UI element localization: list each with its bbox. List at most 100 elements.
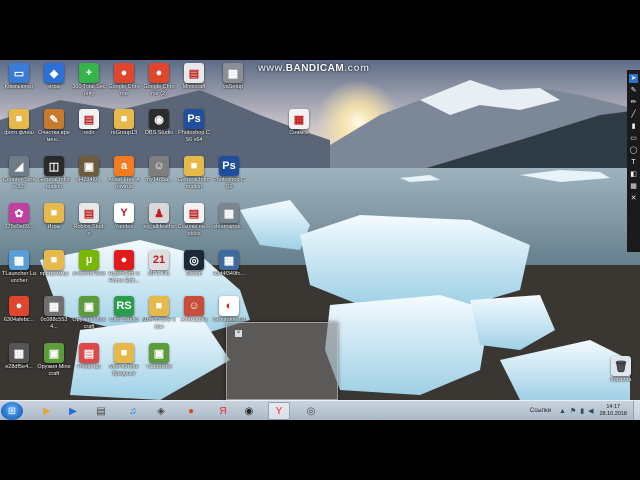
desktop-icon[interactable]: ▦ steamapps... <box>212 203 246 231</box>
taskbar-button-explorer[interactable]: ▶ <box>36 402 58 420</box>
desktop-icon-label: Моя Ютубе игры <box>142 317 176 330</box>
desktop-icon[interactable]: ▦ Снимок <box>282 109 316 137</box>
desktop-icon-label: eu_alldeaths <box>143 224 175 230</box>
yandex-icon: Я <box>219 405 227 417</box>
pencil-icon[interactable]: ✏ <box>629 98 638 107</box>
taskbar-button-bandicam[interactable]: ◎ <box>300 402 322 420</box>
desktop-icon[interactable]: ■ reGroup13 <box>107 109 141 137</box>
clock[interactable]: 14:17 28.10.2018 <box>599 404 627 418</box>
taskbar-button-yandex[interactable]: Я <box>212 402 234 420</box>
desktop-icon[interactable]: ● 6304afebc... <box>2 296 36 324</box>
desktop-icon-label: 6304afebc... <box>3 317 35 323</box>
desktop-icon[interactable]: ▤ Minecraft <box>177 63 211 91</box>
desktop-icon[interactable]: ▦ e28df5e4... <box>2 343 36 371</box>
desktop-icon[interactable]: ▦ 43d4f349fc... <box>212 250 246 278</box>
network-icon[interactable]: ▮ <box>580 407 584 415</box>
taskbar-button-yandex-browser[interactable]: Y <box>268 402 290 420</box>
counter-strike-icon: ◢ <box>9 156 29 176</box>
desktop-icon[interactable]: ✿ 375d0e89... <box>2 203 36 231</box>
rectangle-icon[interactable]: ▭ <box>629 134 638 143</box>
desktop-icon[interactable]: ▣ Оружия Minecraft <box>72 296 106 330</box>
desktop-icon-label: Photo (2) <box>77 364 101 370</box>
desktop-icon[interactable]: Ps Photoshop CS6 x64 <box>177 109 211 143</box>
desktop-icon-label: Google Chrome (2) <box>143 84 175 97</box>
desktop-icon[interactable]: ▤ redir <box>72 109 106 137</box>
desktop-icon[interactable]: ◫ General Information <box>37 156 71 190</box>
hypercam-icon: ● <box>114 250 134 270</box>
desktop-icon[interactable]: ▩ TLauncher Launcher <box>2 250 36 284</box>
desktop-icon[interactable]: ■ Моя Ютубе игры <box>142 296 176 330</box>
taskbar-button-music[interactable]: ♫ <box>122 402 144 420</box>
desktop-icon[interactable]: ■ Игры <box>37 203 71 231</box>
desktop-icon[interactable]: ◢ Counter-Strike 1.6 <box>2 156 36 190</box>
desktop-icon[interactable]: a Avast Free Antivirus <box>107 156 141 190</box>
desktop-icon[interactable]: ▭ Компьютер <box>2 63 36 91</box>
desktop-icon[interactable]: ▣ Оружия Minecraft <box>37 343 71 377</box>
desktop-icon[interactable]: ▤ Roblox Studio <box>72 203 106 237</box>
desktop-icon[interactable]: RS Ultra Studio <box>107 296 141 324</box>
roblox-icon: ◆ <box>44 63 64 83</box>
clock-date: 28.10.2018 <box>599 411 627 417</box>
desktop-icon[interactable]: ● HyperCam 5 Home Edit... <box>107 250 141 284</box>
recycle-bin[interactable]: 🗑 Корзина <box>604 356 638 384</box>
desktop-icon[interactable]: ◉ OBS Studio <box>142 109 176 137</box>
desktop-icon[interactable]: ▤ Ссылка на Roblox <box>177 203 211 237</box>
desktop-icon[interactable]: ▦ vaSetup <box>216 63 250 91</box>
volume-icon[interactable]: ◀ <box>588 407 593 415</box>
desktop-icon-label: N4234f9... <box>76 177 102 183</box>
cursor-icon[interactable]: ➤ <box>629 73 638 83</box>
steam-icon: ◎ <box>184 250 204 270</box>
folder-icon: ■ <box>114 109 134 129</box>
desktop-icon[interactable]: ▣ N4234f9... <box>72 156 106 184</box>
taskbar-button-media-player[interactable]: ▶ <box>62 402 84 420</box>
music-icon: ♫ <box>129 405 137 417</box>
desktop-icon[interactable]: ◎ Steam <box>177 250 211 278</box>
desktop-icon[interactable]: ✎ Очистка времен... <box>37 109 71 143</box>
desktop-icon[interactable]: ▤ Photo (2) <box>72 343 106 371</box>
tray-expand-icon[interactable]: ▲ <box>559 408 566 415</box>
circle-icon[interactable]: ◯ <box>629 146 638 155</box>
text-icon[interactable]: T <box>629 158 638 167</box>
avast-icon: a <box>114 156 134 176</box>
eraser-icon[interactable]: ◧ <box>629 170 638 179</box>
taskbar-button-network[interactable]: ◈ <box>150 402 172 420</box>
desktop-icon[interactable]: ■ программы <box>37 250 71 278</box>
taskbar-button-obs[interactable]: ◉ <box>238 402 260 420</box>
desktop-icon[interactable]: µ uTorrent Web <box>72 250 106 278</box>
desktop-icon[interactable]: ☺ my1488a... <box>142 156 176 184</box>
taskbar: ⊞ ▶ ▶ ▤ ♫ ◈ ● Я ◉ Y ◎ Ссылки ▲ ⚑ ▮ ◀ 14:17 28.10.… <box>0 400 640 420</box>
desktop-icon[interactable]: ♟ eu_alldeaths <box>142 203 176 231</box>
desktop-icon[interactable]: ◆ игра <box>37 63 71 91</box>
desktop-icon-label: redir <box>83 130 95 136</box>
desktop-icon[interactable]: ■ General Information <box>177 156 211 190</box>
brush-icon[interactable]: ▮ <box>629 122 638 131</box>
desktop-icon[interactable]: +360 Total Security <box>72 63 106 97</box>
desktop-icon[interactable]: ■ Моя Ютубе Вредные <box>107 343 141 377</box>
show-desktop-button[interactable] <box>633 401 640 420</box>
desktop-icon[interactable]: ◐ Vkontakte DJ <box>212 296 246 324</box>
desktop-icon[interactable]: ▣ TLauncher <box>142 343 176 371</box>
flag-icon[interactable]: ⚑ <box>570 407 576 415</box>
close-icon[interactable]: × <box>235 330 242 337</box>
taskbar-button-app[interactable]: ▤ <box>90 402 112 420</box>
utorrent-icon: µ <box>79 250 99 270</box>
grid-icon[interactable]: ▦ <box>629 182 638 191</box>
desktop-icon[interactable]: ■ фото флеш <box>2 109 36 137</box>
desktop-icon[interactable]: Ps Photoshop CS6 <box>212 156 246 190</box>
desktop-icon[interactable]: ● Google Chrome (2) <box>142 63 176 97</box>
clear-icon[interactable]: ✕ <box>629 194 638 203</box>
pen-icon[interactable]: ✎ <box>629 86 638 95</box>
desktop-icon[interactable]: ▦ 0c088c5534... <box>37 296 71 330</box>
html-file-icon: ▤ <box>184 203 204 223</box>
links-toolbar[interactable]: Ссылки <box>530 408 551 414</box>
windows-start-icon[interactable]: ⊞ <box>1 402 23 420</box>
taskbar-button-chrome[interactable]: ● <box>180 402 202 420</box>
desktop-icon[interactable]: ● Google Chrome <box>107 63 141 97</box>
image-file-icon: ▦ <box>289 109 309 129</box>
folder-icon: ■ <box>44 250 64 270</box>
brush-icon: ✎ <box>44 109 64 129</box>
desktop-icon[interactable]: Y Yandex <box>107 203 141 231</box>
desktop-icon[interactable]: ☺ Анимашка <box>177 296 211 324</box>
line-icon[interactable]: ╱ <box>629 110 638 119</box>
desktop-icon[interactable]: 21 MPC-HC <box>142 250 176 278</box>
